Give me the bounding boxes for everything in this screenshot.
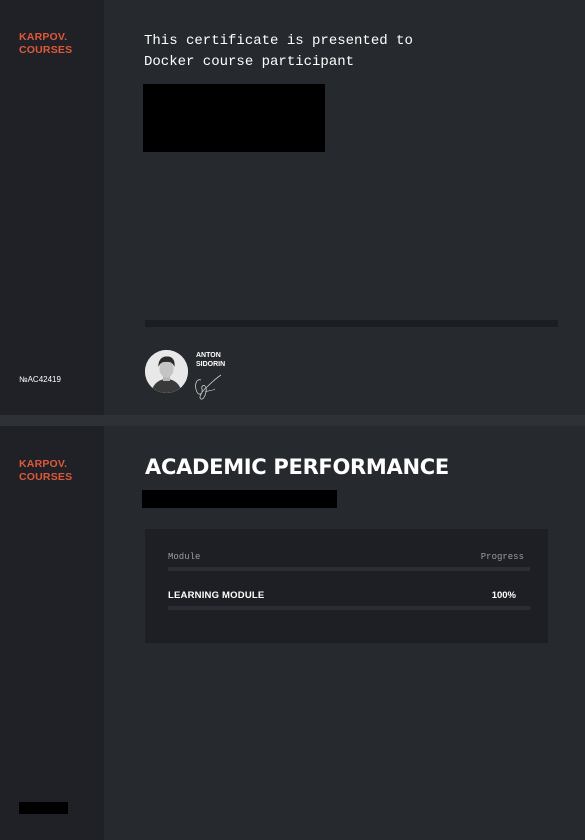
academic-performance-page: KARPOV. COURSES ACADEMIC PERFORMANCE Mod… (0, 426, 585, 840)
page-separator (0, 415, 585, 426)
signature-image (195, 374, 222, 400)
row-divider (168, 606, 530, 610)
karpov-courses-logo: KARPOV. COURSES (19, 458, 72, 484)
performance-sidebar: KARPOV. COURSES (0, 426, 104, 840)
intro-line-1: This certificate is presented to (144, 33, 413, 49)
header-divider (168, 567, 530, 571)
karpov-courses-logo: KARPOV. COURSES (19, 31, 72, 57)
performance-table: Module Progress LEARNING MODULE 100% (145, 529, 548, 643)
signer-avatar (145, 350, 188, 393)
page-title: ACADEMIC PERFORMANCE (145, 455, 449, 479)
logo-line-1: KARPOV. (19, 31, 68, 43)
table-cell-progress: 100% (491, 590, 516, 601)
logo-line-1: KARPOV. (19, 458, 68, 470)
signer-first-name: ANTON (196, 352, 221, 359)
table-cell-module: LEARNING MODULE (168, 590, 265, 601)
certificate-page: KARPOV. COURSES №AC42419 This certificat… (0, 0, 585, 415)
recipient-subtitle-redaction (142, 490, 337, 508)
signer-name: ANTON SIDORIN (196, 351, 225, 369)
certificate-number: №AC42419 (19, 375, 61, 384)
certificate-intro: This certificate is presented to Docker … (144, 31, 413, 73)
signer-avatar-portrait (145, 350, 188, 393)
signer-last-name: SIDORIN (196, 361, 226, 368)
certificate-sidebar: KARPOV. COURSES №AC42419 (0, 0, 104, 415)
divider-bar (145, 320, 558, 327)
recipient-name-redaction (143, 84, 325, 152)
footer-redaction (19, 802, 68, 814)
column-header-module: Module (168, 552, 201, 562)
intro-line-2: Docker course participant (144, 54, 355, 70)
column-header-progress: Progress (480, 552, 524, 562)
logo-line-2: COURSES (19, 44, 73, 56)
logo-line-2: COURSES (19, 471, 73, 483)
